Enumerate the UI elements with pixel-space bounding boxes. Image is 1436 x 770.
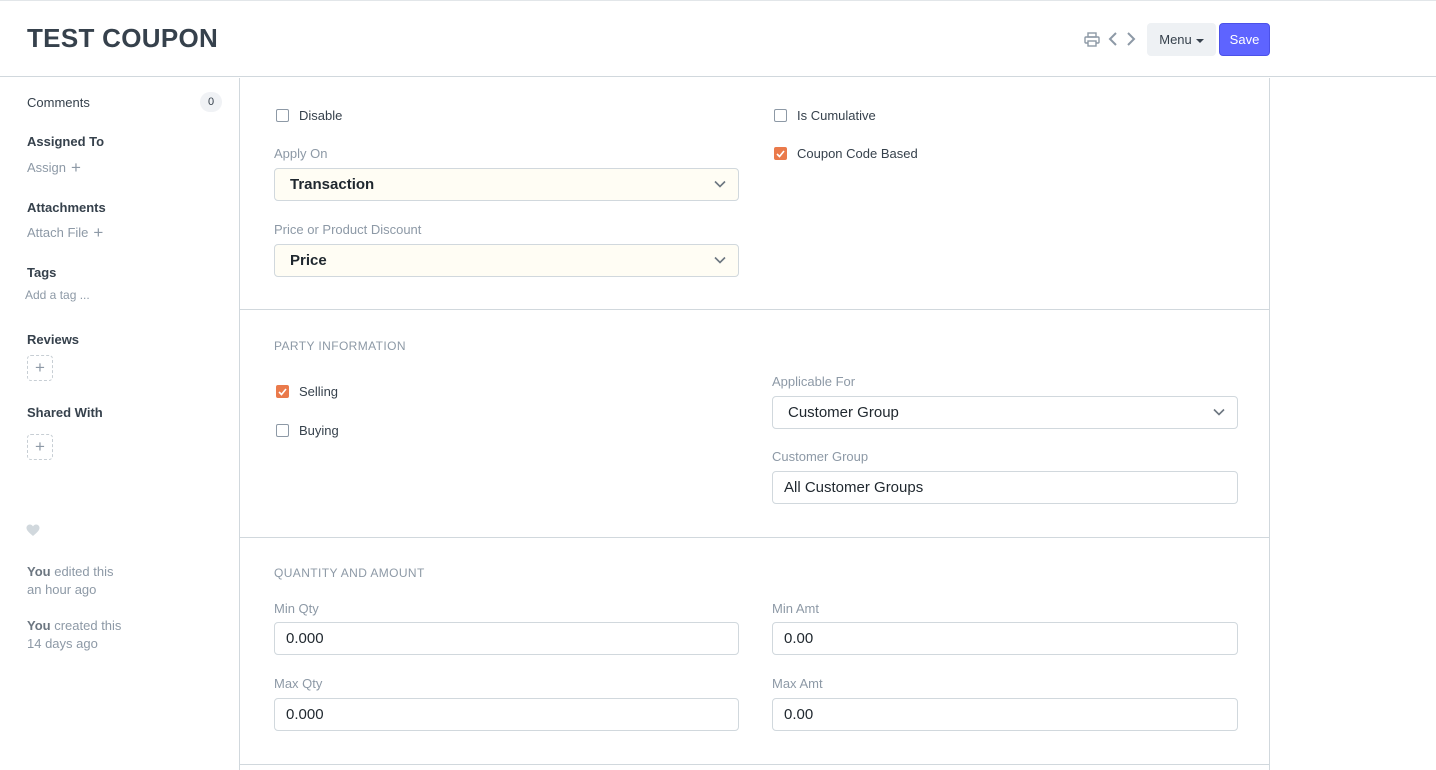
- assigned-to-heading: Assigned To: [27, 134, 105, 149]
- customer-group-label: Customer Group: [772, 449, 869, 464]
- is-cumulative-checkbox[interactable]: Is Cumulative: [774, 108, 876, 123]
- is-cumulative-label: Is Cumulative: [797, 108, 876, 123]
- activity-time: an hour ago: [27, 582, 97, 597]
- price-or-product-discount-label: Price or Product Discount: [274, 222, 422, 237]
- apply-on-value: Transaction: [290, 176, 375, 193]
- activity-action: edited this: [54, 564, 114, 579]
- checkmark-icon: [278, 387, 287, 396]
- assign-link[interactable]: Assign +: [27, 158, 81, 177]
- add-tag-link[interactable]: Add a tag ...: [25, 288, 90, 302]
- shared-with-heading: Shared With: [27, 405, 103, 420]
- party-information-heading: PARTY INFORMATION: [274, 339, 406, 353]
- plus-icon: +: [93, 223, 104, 242]
- tags-heading: Tags: [27, 265, 57, 280]
- assign-link-label: Assign: [27, 160, 67, 175]
- menu-button[interactable]: Menu: [1147, 23, 1216, 56]
- plus-icon: +: [35, 437, 45, 456]
- applicable-for-value: Customer Group: [788, 404, 899, 421]
- activity-action: created this: [54, 618, 122, 633]
- chevron-down-icon: [714, 256, 726, 264]
- checkbox-box: [276, 109, 289, 122]
- disable-label: Disable: [299, 108, 343, 123]
- checkbox-box: [276, 424, 289, 437]
- buying-label: Buying: [299, 423, 339, 438]
- coupon-code-based-checkbox[interactable]: Coupon Code Based: [774, 146, 918, 161]
- checkbox-box-checked: [774, 147, 787, 160]
- max-amt-label: Max Amt: [772, 676, 823, 691]
- disable-checkbox[interactable]: Disable: [276, 108, 342, 123]
- price-or-product-discount-value: Price: [290, 252, 327, 269]
- price-or-product-discount-select[interactable]: Price: [274, 244, 739, 277]
- max-qty-input[interactable]: 0.000: [274, 698, 739, 731]
- activity-user: You: [27, 618, 51, 633]
- heart-icon[interactable]: [26, 524, 40, 542]
- activity-time: 14 days ago: [27, 636, 98, 651]
- buying-checkbox[interactable]: Buying: [276, 423, 339, 438]
- checkbox-box: [774, 109, 787, 122]
- activity-item: You edited this an hour ago: [27, 563, 113, 599]
- min-amt-input[interactable]: 0.00: [772, 622, 1238, 655]
- min-qty-label: Min Qty: [274, 601, 319, 616]
- selling-label: Selling: [299, 384, 339, 399]
- applicable-for-select[interactable]: Customer Group: [772, 396, 1238, 429]
- applicable-for-label: Applicable For: [772, 374, 856, 389]
- page-header: TEST COUPON Menu Save: [0, 1, 1436, 77]
- activity-user: You: [27, 564, 51, 579]
- apply-on-select[interactable]: Transaction: [274, 168, 739, 201]
- comments-link[interactable]: Comments: [27, 95, 90, 110]
- plus-icon: +: [71, 158, 81, 177]
- customer-group-input[interactable]: All Customer Groups: [772, 471, 1238, 504]
- section-divider: [240, 764, 1269, 765]
- form-body: Disable Is Cumulative Coupon Code Based …: [239, 78, 1270, 770]
- section-divider: [240, 309, 1269, 310]
- min-qty-input[interactable]: 0.000: [274, 622, 739, 655]
- coupon-code-based-label: Coupon Code Based: [797, 146, 918, 161]
- chevron-down-icon: [714, 180, 726, 188]
- form-sidebar: Comments 0 Assigned To Assign + Attachme…: [0, 78, 240, 770]
- attach-file-label: Attach File: [27, 225, 89, 240]
- save-button[interactable]: Save: [1219, 23, 1270, 56]
- quantity-and-amount-heading: QUANTITY AND AMOUNT: [274, 566, 425, 580]
- plus-icon: +: [35, 358, 45, 377]
- checkbox-box-checked: [276, 385, 289, 398]
- menu-button-label: Menu: [1159, 32, 1192, 47]
- printer-icon[interactable]: [1083, 29, 1101, 49]
- chevron-left-icon[interactable]: [1104, 29, 1122, 49]
- comments-count-badge: 0: [200, 92, 222, 112]
- attachments-heading: Attachments: [27, 200, 106, 215]
- attach-file-link[interactable]: Attach File +: [27, 223, 104, 242]
- chevron-down-icon: [1213, 408, 1225, 416]
- apply-on-label: Apply On: [274, 146, 328, 161]
- selling-checkbox[interactable]: Selling: [276, 384, 338, 399]
- caret-down-icon: [1195, 38, 1204, 43]
- max-amt-input[interactable]: 0.00: [772, 698, 1238, 731]
- chevron-right-icon[interactable]: [1122, 29, 1140, 49]
- page-title: TEST COUPON: [27, 23, 219, 53]
- add-share-button[interactable]: +: [27, 434, 53, 460]
- add-review-button[interactable]: +: [27, 355, 53, 381]
- activity-item: You created this 14 days ago: [27, 617, 121, 653]
- checkmark-icon: [776, 149, 785, 158]
- reviews-heading: Reviews: [27, 332, 80, 347]
- min-amt-label: Min Amt: [772, 601, 819, 616]
- section-divider: [240, 537, 1269, 538]
- max-qty-label: Max Qty: [274, 676, 323, 691]
